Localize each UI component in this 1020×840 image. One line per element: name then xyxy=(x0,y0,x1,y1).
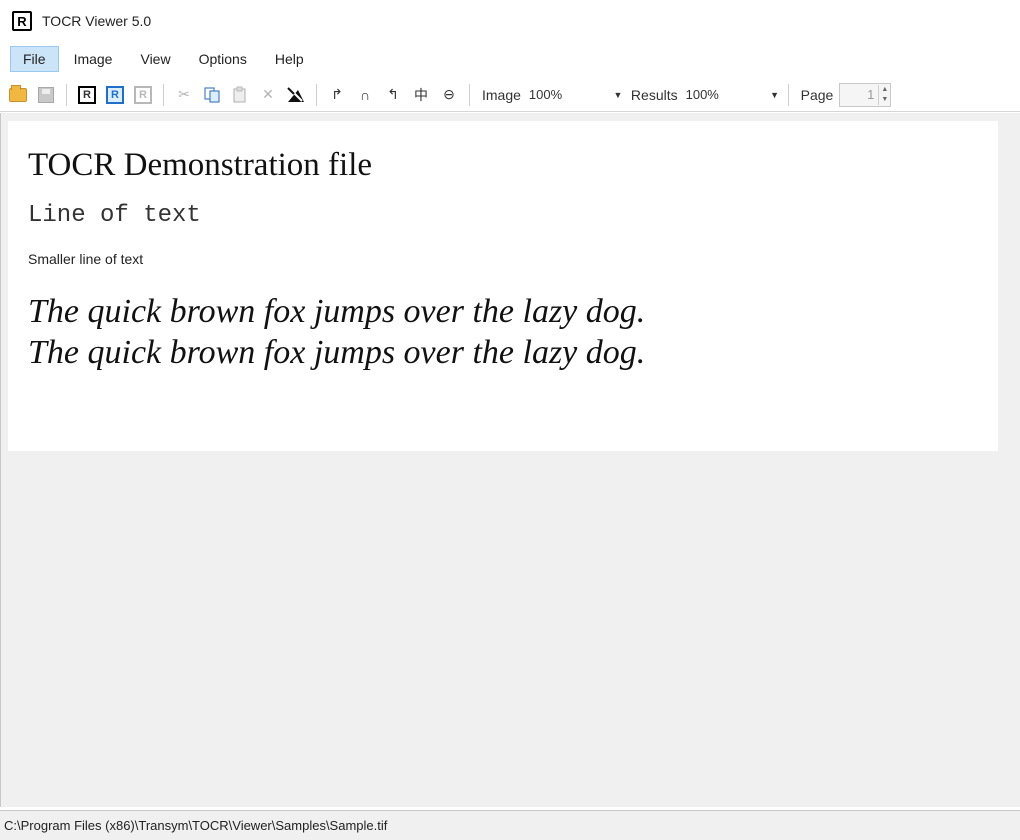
image-workspace[interactable]: TOCR Demonstration file Line of text Sma… xyxy=(0,113,1020,807)
chevron-down-icon: ▼ xyxy=(613,89,623,100)
page-label: Page xyxy=(800,86,834,103)
ocr-icon: R xyxy=(78,85,96,104)
rotate-right-button[interactable]: ↱ xyxy=(325,83,349,107)
chevron-down-icon[interactable]: ▼ xyxy=(879,95,890,105)
results-zoom-select[interactable]: 100% ▼ xyxy=(684,83,782,107)
save-button[interactable] xyxy=(34,83,58,107)
doc-italic-paragraph: The quick brown fox jumps over the lazy … xyxy=(28,293,646,371)
chevron-down-icon: ▼ xyxy=(770,89,780,100)
doc-small-line: Smaller line of text xyxy=(28,251,144,267)
flip-horizontal-button[interactable]: 中 xyxy=(409,83,433,107)
deskew-icon xyxy=(287,86,304,102)
menu-image[interactable]: Image xyxy=(61,46,126,72)
results-zoom-label: Results xyxy=(630,86,678,103)
page-value: 1 xyxy=(867,87,875,102)
menu-view[interactable]: View xyxy=(127,46,183,72)
rotate-180-icon: ∩ xyxy=(359,86,371,103)
ocr-selected-icon: R xyxy=(106,85,124,104)
paste-icon xyxy=(233,86,246,103)
folder-open-icon xyxy=(9,84,27,102)
chevron-up-icon[interactable]: ▲ xyxy=(879,85,890,95)
document-image: TOCR Demonstration file Line of text Sma… xyxy=(8,121,998,451)
menu-options[interactable]: Options xyxy=(186,46,260,72)
doc-mono-line: Line of text xyxy=(28,202,201,229)
image-zoom-value: 100% xyxy=(528,87,563,102)
toolbar-separator xyxy=(469,83,470,106)
toolbar-separator xyxy=(787,83,789,106)
title-bar: R TOCR Viewer 5.0 xyxy=(0,0,1020,42)
page-stepper[interactable]: 1 ▲ ▼ xyxy=(839,82,892,107)
deskew-button[interactable] xyxy=(284,83,308,107)
status-file-path: C:\Program Files (x86)\Transym\TOCR\View… xyxy=(4,818,388,833)
copy-icon xyxy=(204,86,220,103)
flip-horizontal-icon: 中 xyxy=(414,86,428,103)
stepper-arrows[interactable]: ▲ ▼ xyxy=(878,84,890,105)
open-button[interactable] xyxy=(6,83,30,107)
cut-button[interactable]: ✂ xyxy=(172,83,196,107)
doc-heading: TOCR Demonstration file xyxy=(28,147,373,183)
toolbar: R R R ✂ ✕ ↱ ∩ ↰ 中 ⊖ Image 100% ▼ Results… xyxy=(0,78,1020,112)
rotate-180-button[interactable]: ∩ xyxy=(353,83,377,107)
toolbar-separator xyxy=(163,83,164,106)
copy-button[interactable] xyxy=(200,83,224,107)
menu-help[interactable]: Help xyxy=(262,46,317,72)
ocr-disabled-button[interactable]: R xyxy=(131,83,155,107)
delete-icon: ✕ xyxy=(262,86,274,102)
toolbar-separator xyxy=(66,83,67,106)
ocr-disabled-icon: R xyxy=(134,85,152,104)
delete-button[interactable]: ✕ xyxy=(256,83,280,107)
paste-button[interactable] xyxy=(228,83,252,107)
rotate-left-icon: ↰ xyxy=(387,86,399,102)
menu-file[interactable]: File xyxy=(10,46,59,72)
image-zoom-select[interactable]: 100% ▼ xyxy=(527,83,625,107)
results-zoom-value: 100% xyxy=(685,87,719,102)
rotate-right-icon: ↱ xyxy=(331,86,343,102)
flip-vertical-icon: ⊖ xyxy=(443,86,455,102)
save-icon xyxy=(38,86,54,103)
rotate-left-button[interactable]: ↰ xyxy=(381,83,405,107)
toolbar-separator xyxy=(316,83,317,106)
cut-icon: ✂ xyxy=(178,86,190,102)
ocr-button[interactable]: R xyxy=(75,83,99,107)
image-zoom-label: Image xyxy=(482,86,521,103)
app-logo-icon: R xyxy=(12,11,32,31)
flip-vertical-button[interactable]: ⊖ xyxy=(437,83,461,107)
status-bar: C:\Program Files (x86)\Transym\TOCR\View… xyxy=(0,810,1020,840)
ocr-selected-button[interactable]: R xyxy=(103,83,127,107)
menu-bar: File Image View Options Help xyxy=(0,44,1020,74)
window-title: TOCR Viewer 5.0 xyxy=(42,13,152,29)
